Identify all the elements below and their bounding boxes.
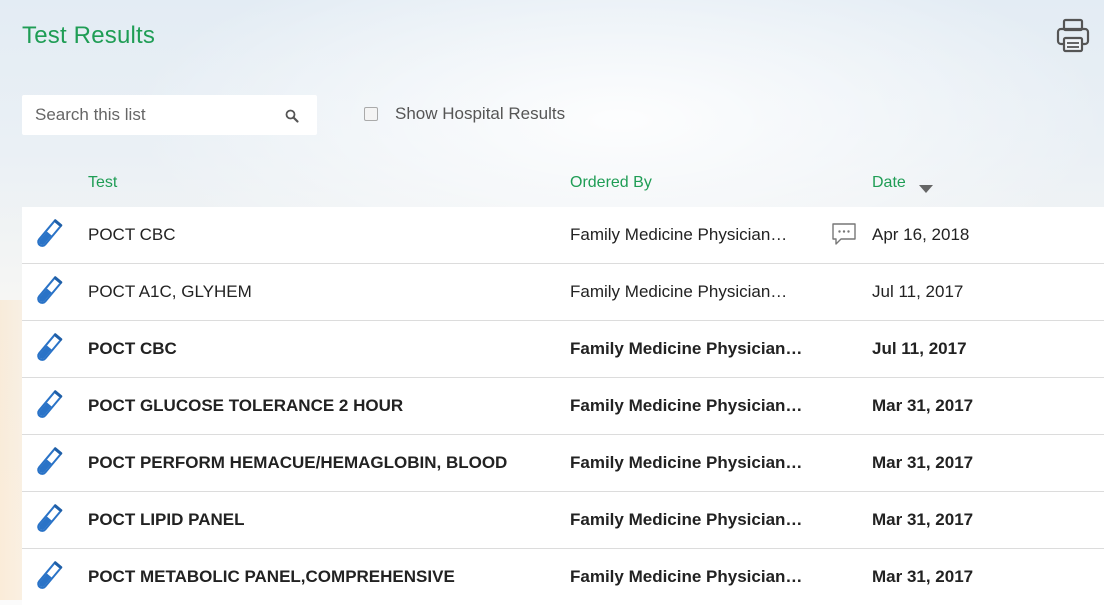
table-row[interactable]: POCT PERFORM HEMACUE/HEMAGLOBIN, BLOOD Fa…	[22, 435, 1104, 492]
message-icon[interactable]	[831, 222, 857, 246]
test-tube-icon	[30, 559, 66, 595]
search-box	[22, 95, 317, 135]
test-results-page: Test Results Show Hospital Results Test …	[0, 0, 1104, 605]
table-row[interactable]: POCT A1C, GLYHEM Family Medicine Physicia…	[22, 264, 1104, 321]
result-date: Mar 31, 2017	[872, 396, 974, 415]
test-name: POCT LIPID PANEL	[88, 510, 245, 529]
search-input[interactable]	[22, 95, 272, 135]
test-name: POCT METABOLIC PANEL,COMPREHENSIVE	[88, 567, 455, 586]
column-header-date[interactable]: Date	[872, 174, 906, 192]
test-name: POCT A1C, GLYHEM	[88, 282, 252, 301]
column-header-test[interactable]: Test	[88, 174, 117, 192]
show-hospital-results-label[interactable]: Show Hospital Results	[395, 104, 565, 124]
result-date: Mar 31, 2017	[872, 510, 974, 529]
test-name: POCT GLUCOSE TOLERANCE 2 HOUR	[88, 396, 404, 415]
ordered-by: Family Medicine Physician…	[570, 567, 803, 586]
ordered-by: Family Medicine Physician…	[570, 339, 803, 358]
test-tube-icon	[30, 331, 66, 367]
table-row[interactable]: POCT CBC Family Medicine Physician… Apr 1…	[22, 207, 1104, 264]
table-row[interactable]: POCT METABOLIC PANEL,COMPREHENSIVE Family…	[22, 549, 1104, 605]
ordered-by: Family Medicine Physician…	[570, 225, 788, 244]
printer-icon	[1056, 18, 1090, 53]
table-row[interactable]: POCT GLUCOSE TOLERANCE 2 HOUR Family Medi…	[22, 378, 1104, 435]
test-tube-icon	[30, 388, 66, 424]
result-date: Mar 31, 2017	[872, 453, 974, 472]
result-date: Jul 11, 2017	[872, 282, 964, 301]
result-date: Apr 16, 2018	[872, 225, 970, 244]
ordered-by: Family Medicine Physician…	[570, 282, 788, 301]
test-tube-icon	[30, 445, 66, 481]
ordered-by: Family Medicine Physician…	[570, 396, 803, 415]
result-date: Mar 31, 2017	[872, 567, 974, 586]
test-name: POCT PERFORM HEMACUE/HEMAGLOBIN, BLOOD	[88, 453, 508, 472]
print-button[interactable]	[1055, 17, 1091, 55]
test-name: POCT CBC	[88, 339, 177, 358]
test-tube-icon	[30, 274, 66, 310]
page-title: Test Results	[22, 22, 156, 49]
test-tube-icon	[30, 502, 66, 538]
test-tube-icon	[30, 217, 66, 253]
ordered-by: Family Medicine Physician…	[570, 510, 803, 529]
result-date: Jul 11, 2017	[872, 339, 967, 358]
show-hospital-results-checkbox[interactable]	[364, 107, 378, 121]
results-table: POCT CBC Family Medicine Physician… Apr 1…	[22, 207, 1104, 605]
column-header-ordered-by[interactable]: Ordered By	[570, 174, 652, 192]
table-row[interactable]: POCT LIPID PANEL Family Medicine Physicia…	[22, 492, 1104, 549]
ordered-by: Family Medicine Physician…	[570, 453, 803, 472]
test-name: POCT CBC	[88, 225, 176, 244]
table-row[interactable]: POCT CBC Family Medicine Physician… Jul 11…	[22, 321, 1104, 378]
sort-descending-icon[interactable]	[919, 181, 933, 199]
search-icon[interactable]	[284, 108, 300, 124]
